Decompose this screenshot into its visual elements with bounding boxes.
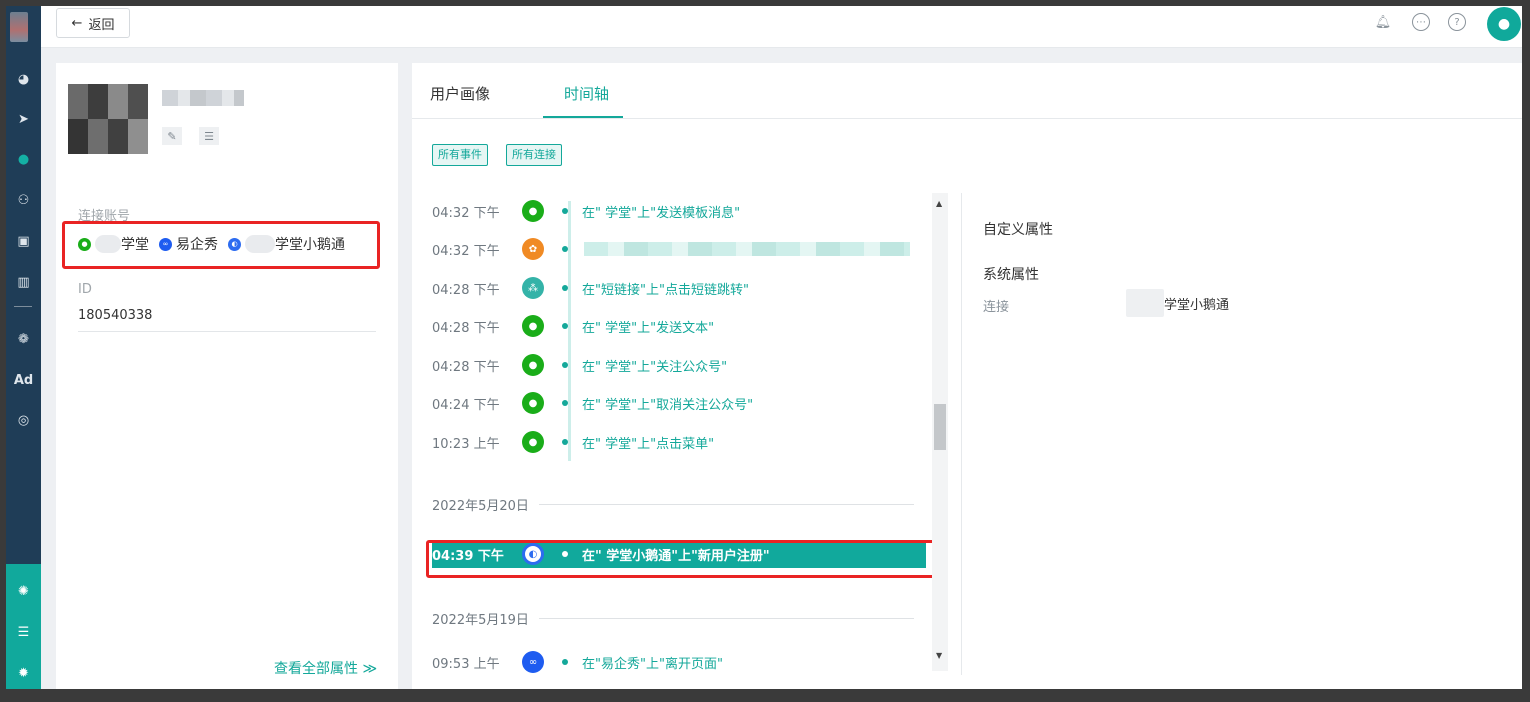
timeline-event[interactable]: 04:28 下午 ● 在" 学堂"上"发送文本" xyxy=(432,313,914,339)
app-window: ◕ ➤ ● ⚇ ▣ ▥ ❁ Ad ◎ ✺ ☰ ✹ ← 返回 🔔︎ ⋯ ? ● ✎… xyxy=(6,6,1522,689)
timeline-event[interactable]: 04:32 下午 ✿ xyxy=(432,236,914,262)
send-icon[interactable]: ➤ xyxy=(6,108,41,130)
profile-panel: ✎ ☰ 连接账号 ● 学堂 ∞ 易企秀 ◐ 学堂小鹅通 ID 180540338… xyxy=(56,63,398,689)
event-time: 09:53 上午 xyxy=(432,656,500,672)
list-icon[interactable]: ☰ xyxy=(199,127,219,145)
event-time: 10:23 上午 xyxy=(432,436,500,452)
id-value: 180540338 xyxy=(78,308,153,323)
top-header: ← 返回 🔔︎ ⋯ ? ● xyxy=(41,6,1522,48)
event-text: 在" 学堂"上"点击菜单" xyxy=(582,436,715,452)
timeline-dot xyxy=(562,659,568,665)
timeline-dot xyxy=(562,439,568,445)
sidebar-bottom: ✺ ☰ ✹ xyxy=(6,564,41,689)
dashboard-icon[interactable]: ◕ xyxy=(6,68,41,90)
blurred-event-text xyxy=(584,242,910,256)
timeline-dot xyxy=(562,246,568,252)
system-attributes-title: 系统属性 xyxy=(983,267,1039,283)
event-text: 在"易企秀"上"离开页面" xyxy=(582,656,723,672)
sidebar: ◕ ➤ ● ⚇ ▣ ▥ ❁ Ad ◎ ✺ ☰ ✹ xyxy=(6,6,41,689)
shortlink-icon: ⁂ xyxy=(522,277,544,299)
back-arrow-icon: ← xyxy=(71,15,83,31)
event-text: 在" 学堂"上"发送模板消息" xyxy=(582,205,741,221)
event-time: 04:28 下午 xyxy=(432,282,500,298)
custom-attributes-title: 自定义属性 xyxy=(983,222,1053,238)
divider xyxy=(78,331,376,332)
blurred-text xyxy=(1126,289,1164,317)
server-icon[interactable]: ☰ xyxy=(6,621,41,643)
eqxiu-icon: ∞ xyxy=(522,651,544,673)
event-text: 在" 学堂"上"取消关注公众号" xyxy=(582,397,754,413)
connection-value-text: 学堂小鹅通 xyxy=(1164,297,1230,313)
scroll-down-icon[interactable]: ▼ xyxy=(936,651,942,660)
timeline-dot xyxy=(562,285,568,291)
event-time: 04:32 下午 xyxy=(432,243,500,259)
wechat-icon: ● xyxy=(522,315,544,337)
timeline-event[interactable]: 04:28 下午 ⁂ 在"短链接"上"点击短链跳转" xyxy=(432,275,914,301)
timeline-dot xyxy=(562,400,568,406)
timeline: 04:32 下午 ● 在" 学堂"上"发送模板消息" 04:32 下午 ✿ 04… xyxy=(432,191,932,673)
date-label: 2022年5月19日 xyxy=(432,612,529,628)
wechat-icon: ● xyxy=(522,200,544,222)
user-avatar-icon[interactable]: ● xyxy=(1487,7,1521,41)
ad-icon[interactable]: Ad xyxy=(6,369,41,391)
event-text: 在" 学堂"上"发送文本" xyxy=(582,320,715,336)
edit-icon[interactable]: ✎ xyxy=(162,127,182,145)
connection-key: 连接 xyxy=(983,300,1010,315)
plant-icon: ✿ xyxy=(522,238,544,260)
connection-value: 学堂小鹅通 xyxy=(1126,289,1229,317)
timeline-event[interactable]: 09:53 上午 ∞ 在"易企秀"上"离开页面" xyxy=(432,649,914,673)
wechat-icon: ● xyxy=(522,431,544,453)
date-label: 2022年5月20日 xyxy=(432,498,529,514)
settings-icon[interactable]: ✹ xyxy=(6,662,41,684)
filter-all-connections[interactable]: 所有连接 xyxy=(506,144,562,166)
view-all-attributes-link[interactable]: 查看全部属性 ≫ xyxy=(274,658,377,678)
active-tab-indicator xyxy=(543,116,623,118)
event-time: 04:32 下午 xyxy=(432,205,500,221)
tab-timeline[interactable]: 时间轴 xyxy=(564,83,609,104)
app-logo xyxy=(10,12,28,42)
panel-divider xyxy=(961,193,962,675)
back-label: 返回 xyxy=(88,17,115,33)
main-panel: 用户画像 时间轴 所有事件 所有连接 04:32 下午 ● 在" 学堂"上"发送… xyxy=(412,63,1522,689)
chat-icon[interactable]: ⋯ xyxy=(1412,13,1430,31)
id-label: ID xyxy=(78,282,92,297)
target-icon[interactable]: ◎ xyxy=(6,409,41,431)
profile-avatar xyxy=(68,84,148,154)
scroll-up-icon[interactable]: ▲ xyxy=(936,199,942,208)
badge-icon[interactable]: ▣ xyxy=(6,230,41,252)
timeline-scrollbar[interactable]: ▲ ▼ xyxy=(932,193,948,671)
timeline-event[interactable]: 10:23 上午 ● 在" 学堂"上"点击菜单" xyxy=(432,429,914,455)
sidebar-divider xyxy=(14,306,32,307)
annotation-highlight-box xyxy=(62,221,380,269)
wechat-icon: ● xyxy=(522,392,544,414)
user-icon[interactable]: ● xyxy=(6,148,41,170)
event-text: 在" 学堂"上"关注公众号" xyxy=(582,359,728,375)
timeline-dot xyxy=(562,208,568,214)
tab-bar: 用户画像 时间轴 xyxy=(412,63,1522,119)
filter-all-events[interactable]: 所有事件 xyxy=(432,144,488,166)
help-icon[interactable]: ? xyxy=(1448,13,1466,31)
annotation-highlight-box xyxy=(426,540,936,578)
back-button[interactable]: ← 返回 xyxy=(56,8,130,38)
tab-user-profile[interactable]: 用户画像 xyxy=(430,83,490,104)
wechat-icon[interactable]: ❁ xyxy=(6,328,41,350)
event-time: 04:24 下午 xyxy=(432,397,500,413)
date-separator: 2022年5月19日 xyxy=(432,608,914,628)
timeline-dot xyxy=(562,362,568,368)
event-time: 04:28 下午 xyxy=(432,359,500,375)
hub-icon[interactable]: ✺ xyxy=(6,580,41,602)
wechat-icon: ● xyxy=(522,354,544,376)
timeline-event[interactable]: 04:32 下午 ● 在" 学堂"上"发送模板消息" xyxy=(432,198,914,224)
timeline-event[interactable]: 04:24 下午 ● 在" 学堂"上"取消关注公众号" xyxy=(432,390,914,416)
timeline-dot xyxy=(562,323,568,329)
date-separator: 2022年5月20日 xyxy=(432,494,914,514)
event-text: 在"短链接"上"点击短链跳转" xyxy=(582,282,749,298)
users-icon[interactable]: ⚇ xyxy=(6,189,41,211)
chart-icon[interactable]: ▥ xyxy=(6,271,41,293)
timeline-event[interactable]: 04:28 下午 ● 在" 学堂"上"关注公众号" xyxy=(432,352,914,378)
bell-icon[interactable]: 🔔︎ xyxy=(1374,13,1392,31)
scroll-thumb[interactable] xyxy=(934,404,946,450)
event-time: 04:28 下午 xyxy=(432,320,500,336)
profile-name xyxy=(162,90,244,106)
